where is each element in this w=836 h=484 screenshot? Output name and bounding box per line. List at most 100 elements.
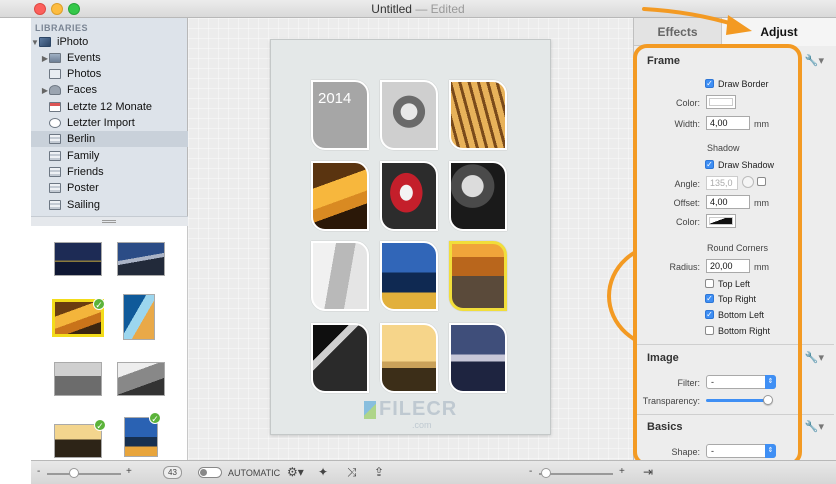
image-options-wrench-icon[interactable]: 🔧▾: [805, 351, 824, 364]
border-color-well[interactable]: [706, 95, 736, 109]
sidebar-item-faces[interactable]: ▶ Faces: [31, 82, 188, 98]
sidebar-item-label: Events: [67, 52, 101, 64]
section-divider: [636, 344, 834, 345]
bottom-left-label: Bottom Left: [718, 310, 765, 320]
photo-thumbnail[interactable]: [54, 242, 102, 276]
events-icon: [49, 53, 61, 63]
canvas-zoom-in-label: +: [619, 466, 625, 477]
top-left-corner-checkbox[interactable]: [705, 279, 714, 288]
sidebar-item-label: Letzter Import: [67, 117, 135, 129]
sidebar-item-label: Letzte 12 Monate: [67, 101, 153, 113]
draw-border-checkbox[interactable]: ✓: [705, 79, 714, 88]
disclosure-closed-icon[interactable]: ▶: [41, 86, 49, 95]
photo-tile[interactable]: [380, 161, 438, 231]
canvas-area: 2014 FILECR .com: [188, 18, 725, 460]
transparency-label: Transparency:: [642, 396, 700, 406]
shuffle-icon[interactable]: ⤨: [347, 465, 357, 480]
checkmark-icon: ✓: [149, 412, 161, 424]
sidebar-item-sailing[interactable]: Sailing: [31, 197, 188, 213]
thumbnail-size-knob[interactable]: [69, 468, 79, 478]
bottom-left-corner-checkbox[interactable]: ✓: [705, 310, 714, 319]
sidebar-item-label: Sailing: [67, 199, 101, 211]
photo-thumbnail[interactable]: [54, 362, 102, 396]
sidebar: LIBRARIES ▼ iPhoto ▶ Events Photos ▶ Fac…: [31, 18, 188, 226]
shape-popup[interactable]: - ⇕: [706, 444, 776, 458]
sidebar-item-label: Family: [67, 150, 100, 162]
angle-dial-icon[interactable]: [742, 176, 754, 188]
sidebar-item-photos[interactable]: Photos: [31, 66, 188, 82]
sidebar-item-friends[interactable]: Friends: [31, 164, 188, 180]
basics-options-wrench-icon[interactable]: 🔧▾: [805, 420, 824, 433]
poster-page[interactable]: 2014 FILECR .com: [270, 39, 551, 435]
album-icon: [49, 200, 61, 210]
photo-tile[interactable]: [311, 323, 369, 393]
top-right-label: Top Right: [718, 294, 757, 304]
share-icon[interactable]: ⇪: [374, 465, 384, 479]
document-title: Untitled: [371, 2, 412, 16]
photo-count-badge: 43: [163, 466, 182, 479]
thumbnail-size-slider[interactable]: [47, 473, 121, 475]
album-icon: [49, 151, 61, 161]
layout-settings-gear-icon[interactable]: ⚙▾: [287, 465, 304, 479]
photo-tile[interactable]: [449, 80, 507, 150]
shape-value: -: [711, 446, 714, 456]
basics-section-title: Basics: [647, 421, 683, 433]
photo-thumbnail[interactable]: [123, 294, 155, 340]
zoom-in-label: +: [126, 466, 132, 477]
automatic-toggle[interactable]: [198, 467, 222, 478]
photo-browser: ✓ ✓ ✓: [31, 226, 188, 460]
frame-options-wrench-icon[interactable]: 🔧▾: [805, 54, 824, 67]
photo-tile-selected[interactable]: [449, 241, 507, 311]
sidebar-item-label: Photos: [67, 68, 102, 80]
disclosure-closed-icon[interactable]: ▶: [41, 54, 49, 63]
grip-icon: [102, 220, 116, 223]
filter-label: Filter:: [677, 378, 701, 388]
sidebar-item-iphoto[interactable]: ▼ iPhoto: [31, 34, 188, 50]
inspector-toggle-icon[interactable]: ⇥: [643, 465, 653, 479]
photo-tile[interactable]: [449, 323, 507, 393]
sidebar-item-berlin[interactable]: Berlin: [31, 131, 188, 147]
photo-tile[interactable]: [380, 80, 438, 150]
border-width-field[interactable]: 4,00: [706, 116, 750, 130]
shadow-offset-field[interactable]: 4,00: [706, 195, 750, 209]
popup-arrows-icon: ⇕: [765, 444, 776, 458]
photo-thumbnail[interactable]: [117, 242, 165, 276]
sidebar-item-events[interactable]: ▶ Events: [31, 50, 188, 66]
photo-tile[interactable]: [449, 161, 507, 231]
shadow-color-well[interactable]: [706, 214, 736, 228]
photo-tile[interactable]: [380, 241, 438, 311]
filter-popup[interactable]: - ⇕: [706, 375, 776, 389]
calendar-icon: [49, 102, 61, 112]
angle-option-checkbox[interactable]: [757, 177, 766, 186]
photo-tile[interactable]: [380, 323, 438, 393]
sidebar-item-poster[interactable]: Poster: [31, 180, 188, 196]
transparency-slider-knob[interactable]: [763, 395, 774, 405]
magic-wand-icon[interactable]: ✦: [318, 465, 328, 479]
shadow-angle-field[interactable]: 135,0: [706, 176, 738, 190]
album-icon: [49, 167, 61, 177]
corner-radius-field[interactable]: 20,00: [706, 259, 750, 273]
border-width-label: Width:: [674, 119, 700, 129]
section-divider: [636, 414, 834, 415]
photos-icon: [49, 69, 61, 79]
sidebar-item-letzte-12-monate[interactable]: Letzte 12 Monate: [31, 99, 188, 115]
photo-thumbnail[interactable]: [117, 362, 165, 396]
disclosure-open-icon[interactable]: ▼: [31, 38, 39, 47]
draw-shadow-checkbox[interactable]: ✓: [705, 160, 714, 169]
shadow-header: Shadow: [707, 143, 740, 153]
draw-border-label: Draw Border: [718, 79, 769, 89]
bottom-right-corner-checkbox[interactable]: [705, 326, 714, 335]
popup-arrows-icon: ⇕: [765, 375, 776, 389]
sidebar-split-handle[interactable]: [31, 216, 188, 226]
transparency-slider-track[interactable]: [706, 399, 770, 402]
draw-shadow-label: Draw Shadow: [718, 160, 775, 170]
canvas-zoom-knob[interactable]: [541, 468, 551, 478]
sidebar-item-letzter-import[interactable]: Letzter Import: [31, 115, 188, 131]
sidebar-item-family[interactable]: Family: [31, 148, 188, 164]
bottom-right-label: Bottom Right: [718, 326, 771, 336]
photo-tile[interactable]: [311, 241, 369, 311]
top-right-corner-checkbox[interactable]: ✓: [705, 294, 714, 303]
photo-tile[interactable]: [311, 161, 369, 231]
year-tile[interactable]: 2014: [311, 80, 369, 150]
round-corners-header: Round Corners: [707, 243, 769, 253]
